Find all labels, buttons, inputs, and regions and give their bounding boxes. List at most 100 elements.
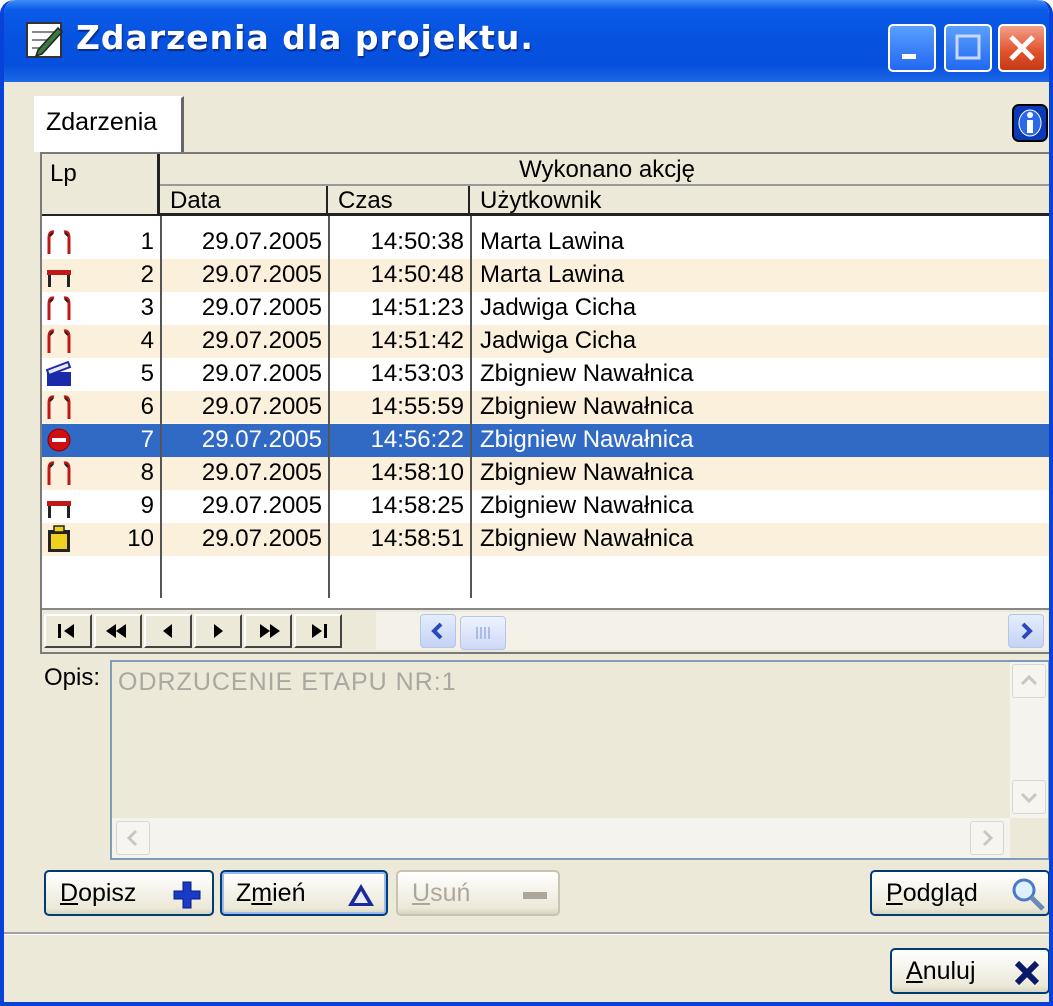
anuluj-button[interactable]: Anuluj <box>890 948 1049 994</box>
table-row[interactable]: 9 29.07.2005 14:58:25 Zbigniew Nawałnica <box>42 490 1049 523</box>
cell-czas: 14:58:51 <box>370 525 464 552</box>
column-divider <box>160 216 162 598</box>
maximize-button[interactable] <box>944 24 992 72</box>
cell-lp: 1 <box>140 228 154 255</box>
table-row[interactable]: 8 29.07.2005 14:58:10 Zbigniew Nawałnica <box>42 457 1049 490</box>
scroll-down-button[interactable] <box>1012 780 1046 814</box>
mnemonic: P <box>886 879 903 907</box>
edit-document-icon <box>26 22 64 58</box>
table-row[interactable]: 4 29.07.2005 14:51:42 Jadwiga Cicha <box>42 325 1049 358</box>
clipboard-yellow-icon <box>46 525 72 553</box>
title-bar[interactable]: Zdarzenia dla projektu. <box>4 0 1049 82</box>
column-header-data[interactable]: Data <box>160 186 328 216</box>
next-record-button[interactable] <box>194 614 242 648</box>
minimize-button[interactable] <box>888 24 936 72</box>
info-icon[interactable] <box>1012 104 1048 142</box>
table-row[interactable]: 5 29.07.2005 14:53:03 Zbigniew Nawałnica <box>42 358 1049 391</box>
dopisz-button[interactable]: Dopisz <box>44 870 214 916</box>
cell-data: 29.07.2005 <box>201 426 322 453</box>
close-button[interactable] <box>998 24 1046 72</box>
column-header-lp[interactable]: Lp <box>42 154 160 216</box>
last-record-button[interactable] <box>294 614 342 648</box>
fast-rewind-icon <box>106 624 126 638</box>
scroll-up-button[interactable] <box>1012 664 1046 698</box>
scroll-thumb[interactable] <box>460 616 506 650</box>
podglad-button[interactable]: Podgląd <box>870 870 1049 916</box>
prev-page-button[interactable] <box>94 614 142 648</box>
minimize-icon <box>902 54 916 59</box>
maximize-icon <box>955 34 981 60</box>
window-title: Zdarzenia dla projektu. <box>76 18 534 57</box>
table-row[interactable]: 1 29.07.2005 14:50:38 Marta Lawina <box>42 226 1049 259</box>
cell-lp: 10 <box>127 525 154 552</box>
mnemonic: m <box>251 879 273 907</box>
scroll-right-button[interactable] <box>1008 614 1044 648</box>
cell-data: 29.07.2005 <box>201 327 322 354</box>
table-row[interactable]: 2 29.07.2005 14:50:48 Marta Lawina <box>42 259 1049 292</box>
events-grid[interactable]: Lp Wykonano akcję Data Czas Użytkownik 1… <box>40 152 1049 654</box>
first-icon <box>58 624 74 638</box>
cell-uzytkownik: Zbigniew Nawałnica <box>480 393 694 420</box>
button-label: odgląd <box>902 879 978 907</box>
cell-data: 29.07.2005 <box>201 393 322 420</box>
cell-data: 29.07.2005 <box>201 261 322 288</box>
cell-uzytkownik: Zbigniew Nawałnica <box>480 525 694 552</box>
cell-czas: 14:50:38 <box>370 228 464 255</box>
magnifier-icon <box>1012 878 1045 911</box>
usun-button[interactable]: Usuń <box>396 870 560 916</box>
divider <box>4 932 1049 935</box>
tab-zdarzenia[interactable]: Zdarzenia <box>34 96 184 152</box>
cell-data: 29.07.2005 <box>201 459 322 486</box>
cell-data: 29.07.2005 <box>201 228 322 255</box>
horizontal-scrollbar[interactable] <box>376 612 1048 650</box>
cell-czas: 14:58:25 <box>370 492 464 519</box>
first-record-button[interactable] <box>44 614 92 648</box>
cell-data: 29.07.2005 <box>201 360 322 387</box>
cell-uzytkownik: Marta Lawina <box>480 228 625 255</box>
cancel-x-icon <box>1014 960 1040 986</box>
scroll-left-button[interactable] <box>116 821 150 855</box>
tab-label: Zdarzenia <box>46 108 158 136</box>
scroll-right-button[interactable] <box>970 821 1004 855</box>
cell-czas: 14:56:22 <box>370 426 464 453</box>
grid-rows: 1 29.07.2005 14:50:38 Marta Lawina 2 29.07.20… <box>42 226 1049 556</box>
stop-red-icon <box>46 426 72 454</box>
arch-red-icon <box>46 228 72 256</box>
scroll-left-button[interactable] <box>420 614 456 648</box>
plus-icon <box>173 881 201 909</box>
next-page-button[interactable] <box>244 614 292 648</box>
cell-lp: 9 <box>140 492 154 519</box>
column-header-czas[interactable]: Czas <box>328 186 470 216</box>
cell-uzytkownik: Zbigniew Nawałnica <box>480 492 694 519</box>
mnemonic: D <box>60 879 79 907</box>
button-label: opisz <box>78 879 137 907</box>
chevron-left-icon <box>431 622 443 640</box>
chevron-right-icon <box>1021 622 1033 640</box>
table-row[interactable]: 3 29.07.2005 14:51:23 Jadwiga Cicha <box>42 292 1049 325</box>
zmien-button[interactable]: Zmień <box>220 870 388 916</box>
table-row[interactable]: 6 29.07.2005 14:55:59 Zbigniew Nawałnica <box>42 391 1049 424</box>
column-group-header: Wykonano akcję <box>160 154 1049 186</box>
arch-red-icon <box>46 294 72 322</box>
chevron-right-icon <box>982 829 994 847</box>
button-label: nuluj <box>922 957 976 985</box>
table-row[interactable]: 10 29.07.2005 14:58:51 Zbigniew Nawałnica <box>42 523 1049 556</box>
prev-record-button[interactable] <box>144 614 192 648</box>
column-header-uzytkownik[interactable]: Użytkownik <box>470 186 1049 216</box>
table-row[interactable]: 7 29.07.2005 14:56:22 Zbigniew Nawałnica <box>42 423 1049 458</box>
opis-vertical-scrollbar[interactable] <box>1010 662 1048 818</box>
chevron-up-icon <box>1020 674 1038 686</box>
last-icon <box>312 624 327 638</box>
opis-horizontal-scrollbar[interactable] <box>112 818 1010 858</box>
column-divider <box>470 216 472 598</box>
opis-value: ODRZUCENIE ETAPU NR:1 <box>118 668 457 696</box>
cell-lp: 8 <box>140 459 154 486</box>
bridge-red-icon <box>46 261 72 289</box>
cell-uzytkownik: Jadwiga Cicha <box>480 294 637 321</box>
opis-label: Opis: <box>44 664 101 691</box>
triangle-up-icon <box>348 884 374 906</box>
opis-textarea[interactable]: ODRZUCENIE ETAPU NR:1 <box>110 660 1049 860</box>
minus-icon <box>523 892 547 899</box>
cell-uzytkownik: Zbigniew Nawałnica <box>480 426 694 453</box>
button-label: suń <box>430 879 471 907</box>
